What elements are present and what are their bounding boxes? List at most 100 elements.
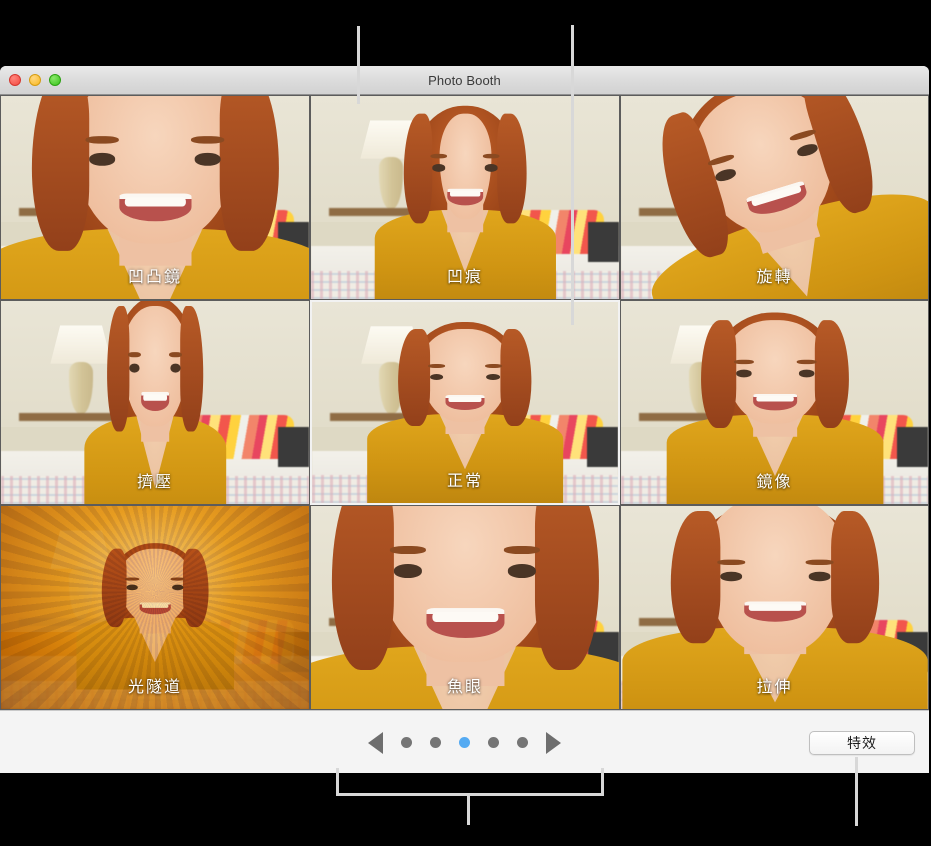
effect-scene (1, 301, 309, 504)
person-subject (84, 301, 226, 504)
pager-dot[interactable] (488, 737, 499, 748)
effect-thumbnail (1, 96, 309, 299)
eye-left (126, 585, 138, 591)
eye-left (394, 564, 422, 578)
minimize-button-icon[interactable] (29, 74, 41, 86)
bottom-toolbar: 特效 (0, 710, 929, 773)
headboard (587, 426, 618, 467)
person-subject (621, 96, 928, 299)
headboard (278, 426, 309, 468)
eyebrow-right (804, 559, 833, 565)
effect-cell[interactable]: 擠壓 (0, 300, 310, 505)
eye-right (170, 364, 181, 373)
eye-right (798, 370, 814, 377)
eyebrow-left (733, 359, 753, 365)
eye-right (172, 585, 184, 591)
eyebrow-right (169, 351, 182, 358)
effect-cell[interactable]: 拉伸 (620, 505, 929, 710)
maximize-button-icon[interactable] (49, 74, 61, 86)
effect-scene (1, 506, 309, 709)
eye-left (719, 572, 741, 581)
eyebrow-right (170, 577, 185, 581)
eye-right (808, 572, 830, 581)
callout-bracket-stem (467, 795, 470, 825)
effect-scene (1, 96, 309, 299)
teeth (449, 191, 481, 197)
close-button-icon[interactable] (9, 74, 21, 86)
eyebrow-left (128, 351, 141, 358)
teeth (748, 604, 801, 612)
eye-left (129, 364, 140, 373)
hair-front-left (701, 320, 736, 428)
eyebrow-right (483, 153, 500, 159)
eye-right (508, 564, 536, 578)
effect-scene (621, 506, 928, 709)
effect-cell[interactable]: 凹凸鏡 (0, 95, 310, 300)
effect-cell[interactable]: 魚眼 (310, 505, 620, 710)
hair-front-right (180, 306, 204, 432)
effect-thumbnail (621, 96, 928, 299)
teeth (123, 197, 186, 207)
eyebrow-left (716, 559, 745, 565)
window-title: Photo Booth (428, 72, 501, 88)
headboard (278, 631, 309, 673)
person-subject (311, 506, 619, 709)
hair-front-right (500, 329, 532, 426)
eyebrow-right (504, 545, 540, 554)
hair-front-left (330, 506, 395, 671)
person-subject (367, 310, 563, 503)
window-titlebar[interactable]: Photo Booth (0, 66, 929, 95)
effect-cell[interactable]: 正常 (310, 300, 620, 505)
eyebrow-left (390, 545, 426, 554)
effect-scene (311, 506, 619, 709)
effect-thumbnail (621, 301, 928, 504)
pager-dot[interactable] (459, 737, 470, 748)
pager-dot[interactable] (517, 737, 528, 748)
person-subject (1, 96, 309, 299)
eye-left (89, 153, 115, 166)
previous-page-arrow-icon[interactable] (368, 731, 383, 754)
effects-grid: 凹凸鏡 凹痕 旋轉 擠壓 正常 鏡像 光隧道 魚眼 拉伸 (0, 95, 929, 710)
eye-left (429, 373, 444, 380)
effect-cell[interactable]: 旋轉 (620, 95, 929, 300)
hair-front-left (106, 306, 130, 432)
eyebrow-left (125, 577, 140, 581)
eye-left (432, 164, 446, 172)
hair-front-right (497, 114, 527, 224)
teeth (448, 397, 482, 403)
effect-thumbnail (311, 506, 619, 709)
window-controls (9, 74, 61, 86)
eye-left (735, 370, 751, 377)
pager-dot[interactable] (430, 737, 441, 748)
teeth (431, 612, 499, 623)
teeth (142, 394, 168, 402)
teeth (756, 396, 793, 402)
headboard (588, 221, 619, 263)
eye-right (486, 373, 501, 380)
hair-front-right (535, 506, 600, 671)
photo-booth-window: Photo Booth 凹凸鏡 凹痕 旋轉 擠壓 正常 鏡像 光隧道 魚眼 拉伸 特效 (0, 66, 929, 773)
effect-cell[interactable]: 鏡像 (620, 300, 929, 505)
effects-button[interactable]: 特效 (809, 730, 915, 755)
hair-front-left (398, 329, 430, 426)
pager-dot[interactable] (401, 737, 412, 748)
headboard (897, 426, 928, 468)
hair-front-right (183, 549, 209, 628)
hair-front-left (403, 114, 433, 224)
effect-thumbnail (1, 506, 309, 709)
callout-line-to-effects-button (855, 757, 858, 826)
hair-front-right (220, 96, 279, 251)
callout-bracket-pager (336, 768, 604, 796)
next-page-arrow-icon[interactable] (546, 731, 561, 754)
teeth (141, 604, 169, 609)
effect-scene (312, 302, 618, 503)
eyebrow-left (430, 153, 447, 159)
effect-thumbnail (621, 506, 928, 709)
hair-front-left (670, 511, 720, 644)
eye-right (195, 153, 221, 166)
effect-cell[interactable]: 光隧道 (0, 505, 310, 710)
effect-scene (621, 96, 928, 299)
hair-front-left (101, 549, 127, 628)
pager-dots (401, 737, 528, 748)
person-subject (622, 506, 927, 709)
